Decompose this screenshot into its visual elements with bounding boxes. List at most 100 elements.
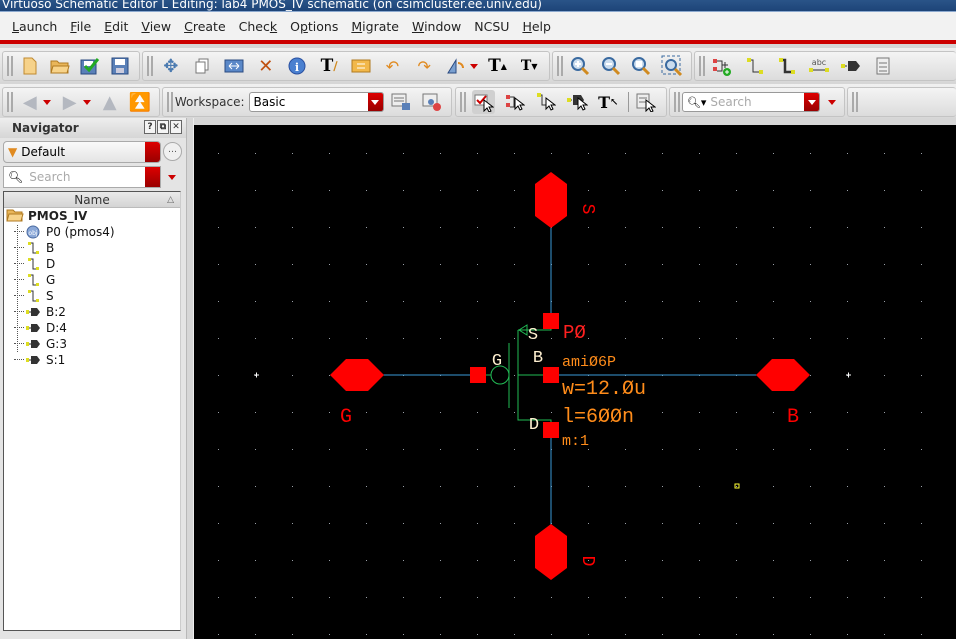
navigator-search-options-arrow[interactable]: [168, 175, 176, 180]
menu-window[interactable]: Window: [412, 19, 461, 34]
tree-root-cell[interactable]: PMOS_IV: [4, 208, 180, 224]
schematic-canvas[interactable]: S D G B S G B D PØ amiØ6P w=12.Øu l=6ØØn m:1: [194, 125, 956, 639]
toolbar-search-dropdown-arrow[interactable]: [804, 93, 819, 111]
workspace-select[interactable]: Basic: [248, 92, 384, 112]
zoom-fit-icon[interactable]: [630, 54, 653, 78]
text-smaller-icon[interactable]: T ▼: [517, 54, 541, 78]
select-nets-icon[interactable]: [534, 90, 557, 114]
forward-dropdown-arrow[interactable]: [82, 99, 91, 105]
menu-file[interactable]: File: [70, 19, 91, 34]
pin-b[interactable]: [756, 359, 810, 391]
zoom-out-icon[interactable]: [599, 54, 622, 78]
toolbar-grip[interactable]: [460, 92, 466, 112]
help-button[interactable]: ?: [144, 120, 156, 134]
back-dropdown-arrow[interactable]: [42, 99, 51, 105]
toolbar-grip[interactable]: [699, 56, 705, 76]
select-options-icon[interactable]: [635, 90, 658, 114]
tree-item-instance[interactable]: obj P0 (pmos4): [4, 224, 180, 240]
properties-icon[interactable]: i: [286, 54, 310, 78]
pin-icon[interactable]: [839, 54, 863, 78]
new-icon[interactable]: [19, 54, 41, 78]
tree-item-net[interactable]: D: [4, 256, 180, 272]
menu-migrate[interactable]: Migrate: [351, 19, 399, 34]
undo-icon[interactable]: ↶: [381, 54, 405, 78]
terminal-s[interactable]: [543, 313, 559, 329]
tree-item-net[interactable]: S: [4, 288, 180, 304]
rotate-mirror-icon[interactable]: [444, 54, 468, 78]
redo-icon[interactable]: ↷: [412, 54, 436, 78]
navigator-search-dropdown-arrow[interactable]: [145, 167, 160, 187]
tree-item-net[interactable]: G: [4, 272, 180, 288]
close-button[interactable]: ✕: [170, 120, 182, 134]
wire-name-icon[interactable]: abc: [807, 54, 831, 78]
tree-item-pin[interactable]: G:3: [4, 336, 180, 352]
tree-item-pin[interactable]: B:2: [4, 304, 180, 320]
zoom-in-icon[interactable]: [569, 54, 592, 78]
tree-item-net[interactable]: B: [4, 240, 180, 256]
menu-create[interactable]: Create: [184, 19, 226, 34]
move-icon[interactable]: ✥: [159, 54, 183, 78]
terminal-b[interactable]: [543, 367, 559, 383]
toolbar-grip[interactable]: [557, 56, 563, 76]
menu-edit[interactable]: Edit: [104, 19, 128, 34]
toolbar-search-options-arrow[interactable]: [828, 99, 836, 105]
toolbar-grip[interactable]: [7, 56, 13, 76]
tree-column-header[interactable]: Name △: [4, 192, 180, 208]
check-and-save-icon[interactable]: [79, 54, 101, 78]
pin-d[interactable]: [535, 524, 567, 580]
up-icon[interactable]: ▲: [99, 90, 121, 114]
forward-icon[interactable]: ▶: [59, 90, 81, 114]
workspace-dropdown-arrow[interactable]: [367, 93, 383, 111]
pin-g[interactable]: [330, 359, 384, 391]
float-button[interactable]: ⧉: [157, 120, 169, 134]
menu-check[interactable]: Check: [239, 19, 277, 34]
back-icon[interactable]: ◀: [19, 90, 41, 114]
navigator-search-input[interactable]: 🔍︎ Search: [3, 166, 161, 188]
schematic-drawing[interactable]: SDG BSG BDPØamiØ6Pw=12.Øul=6ØØnm:1: [194, 125, 956, 639]
zoom-box-icon[interactable]: [660, 54, 683, 78]
wide-wire-icon[interactable]: [775, 54, 799, 78]
panel-splitter[interactable]: [187, 118, 194, 639]
select-all-icon[interactable]: [471, 90, 496, 114]
save-icon[interactable]: [109, 54, 131, 78]
navigator-filter-select[interactable]: ▼ Default: [3, 141, 161, 163]
toolbar-grip[interactable]: [167, 92, 173, 112]
toolbar-search-field[interactable]: 🔍︎▾ Search: [681, 92, 820, 112]
menu-ncsu[interactable]: NCSU: [474, 19, 509, 34]
grid-dot: [477, 227, 478, 228]
rotate-dropdown-arrow[interactable]: [469, 63, 478, 69]
wire-icon[interactable]: [743, 54, 767, 78]
text-larger-icon[interactable]: T ▲: [486, 54, 510, 78]
terminal-d[interactable]: [543, 422, 559, 438]
text-edit-icon[interactable]: T ∕: [317, 54, 341, 78]
filter-icon: ▼: [8, 145, 18, 159]
pin-s[interactable]: [535, 172, 567, 228]
menu-view[interactable]: View: [141, 19, 171, 34]
load-workspace-icon[interactable]: [420, 90, 443, 114]
save-workspace-icon[interactable]: [390, 90, 413, 114]
tree-item-pin[interactable]: D:4: [4, 320, 180, 336]
filter-dropdown-arrow[interactable]: [145, 142, 160, 162]
toolbar-grip[interactable]: [7, 92, 13, 112]
terminal-g[interactable]: [470, 367, 486, 383]
copy-icon[interactable]: [191, 54, 215, 78]
navigator-more-button[interactable]: …: [163, 142, 182, 161]
add-instance-icon[interactable]: [711, 54, 735, 78]
stretch-icon[interactable]: [222, 54, 246, 78]
menu-launch[interactable]: Launch: [12, 19, 57, 34]
symbol-icon[interactable]: [871, 54, 895, 78]
tree-item-pin[interactable]: S:1: [4, 352, 180, 368]
menu-options[interactable]: Options: [290, 19, 338, 34]
toolbar-grip[interactable]: [852, 92, 858, 112]
menu-help[interactable]: Help: [522, 19, 551, 34]
toolbar-grip[interactable]: [147, 56, 153, 76]
select-instances-icon[interactable]: [503, 90, 526, 114]
replace-icon[interactable]: [349, 54, 373, 78]
top-icon[interactable]: ⏫: [129, 90, 151, 114]
delete-icon[interactable]: ✕: [254, 54, 278, 78]
open-icon[interactable]: [49, 54, 71, 78]
grid-dot: [847, 486, 848, 487]
select-text-icon[interactable]: T ↖: [597, 90, 620, 114]
select-pins-icon[interactable]: [566, 90, 589, 114]
toolbar-grip[interactable]: [674, 92, 680, 112]
